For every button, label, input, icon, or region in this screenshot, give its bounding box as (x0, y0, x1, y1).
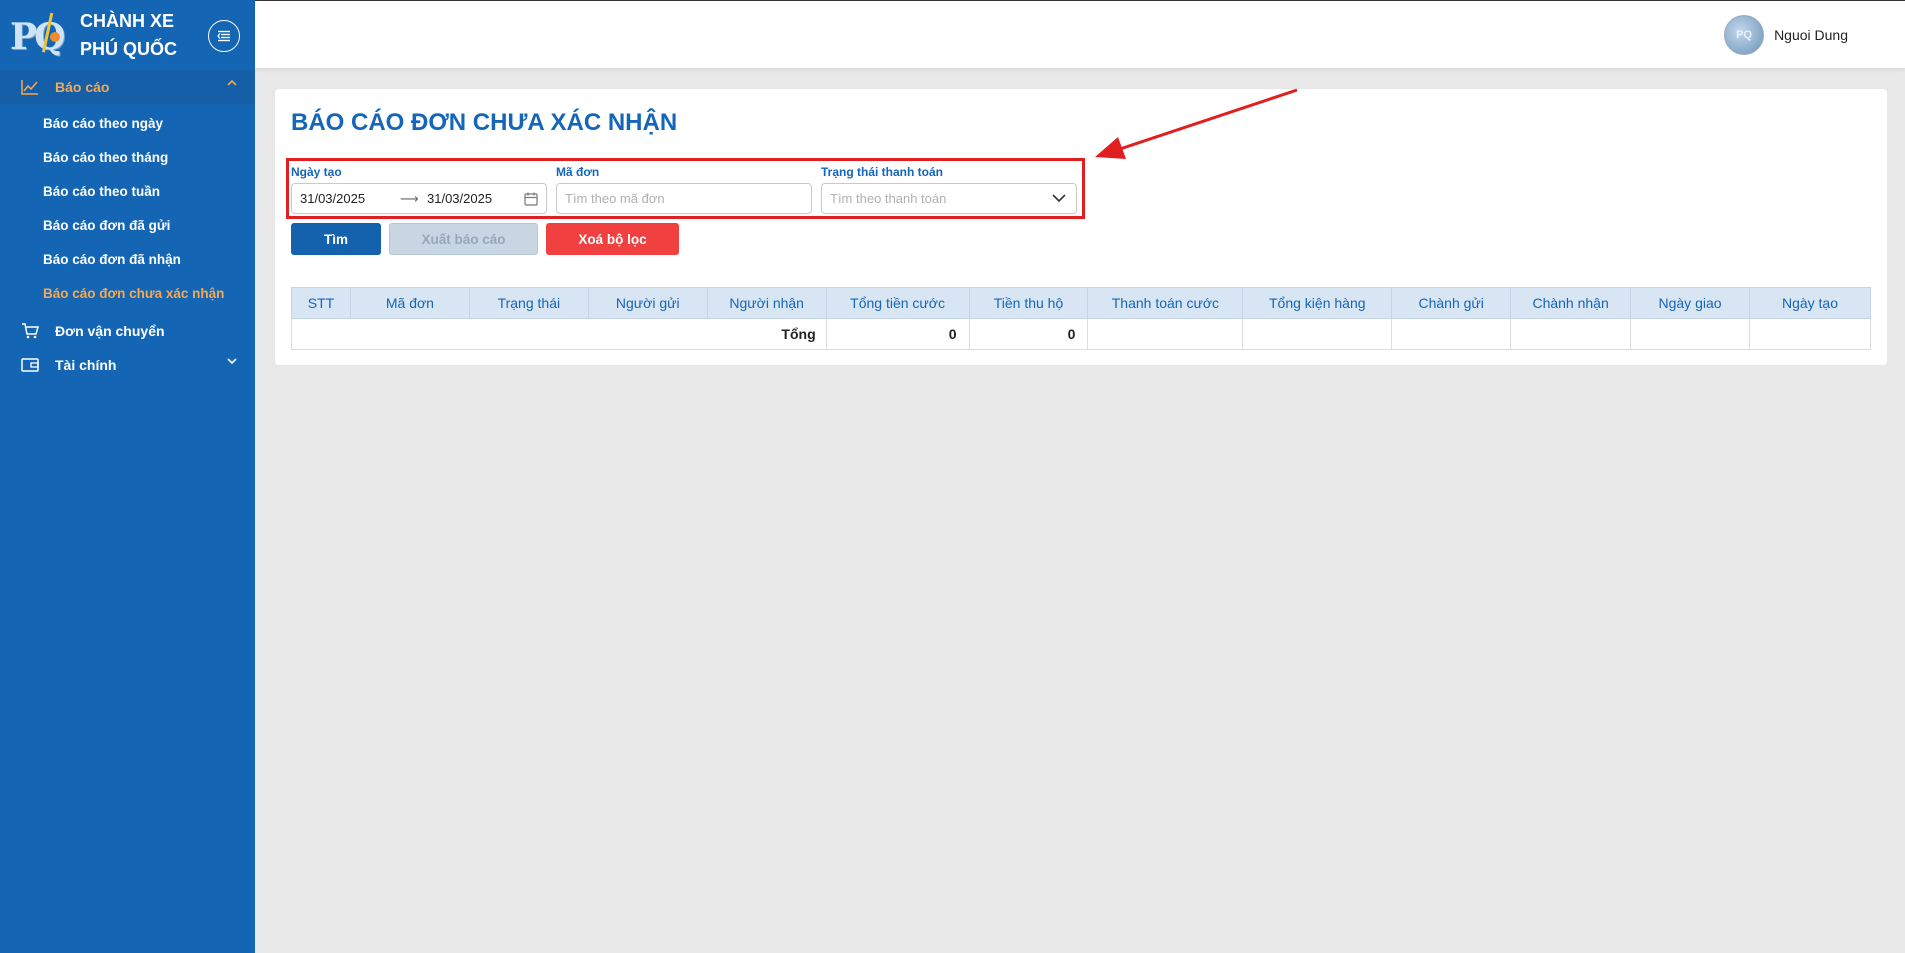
find-button[interactable]: Tìm (291, 223, 381, 255)
table-cell (1630, 318, 1750, 350)
column-header[interactable]: STT (291, 287, 351, 319)
order-code-placeholder: Tìm theo mã đơn (565, 191, 665, 206)
export-report-button[interactable]: Xuất báo cáo (389, 223, 538, 255)
table-cell (1391, 318, 1512, 350)
created-date-filter: Ngày tạo 31/03/2025 ⟶ 31/03/2025 (291, 165, 547, 214)
order-code-label: Mã đơn (556, 165, 600, 179)
sidebar-item-daily-report[interactable]: Báo cáo theo ngày (0, 106, 255, 140)
sidebar: PQ CHÀNH XE PHÚ QUỐC Báo cáo Báo cáo the… (0, 0, 255, 953)
sun-icon (50, 32, 60, 42)
column-header[interactable]: Ngày giao (1630, 287, 1750, 319)
chart-line-icon (20, 77, 40, 97)
payment-status-filter: Trạng thái thanh toán Tìm theo thanh toá… (821, 165, 1077, 214)
column-header[interactable]: Trạng thái (468, 287, 589, 319)
chevron-up-icon (227, 79, 237, 86)
column-header[interactable]: Người nhận (706, 287, 827, 319)
payment-status-select[interactable]: Tìm theo thanh toán (821, 183, 1077, 214)
sidebar-item-sent-orders-report[interactable]: Báo cáo đơn đã gửi (0, 208, 255, 242)
sidebar-menu-finance[interactable]: Tài chính (0, 348, 255, 382)
table-cell (1087, 318, 1244, 350)
sidebar-toggle-button[interactable] (208, 20, 240, 52)
column-header[interactable]: Chành gửi (1391, 287, 1512, 319)
page-title: BÁO CÁO ĐƠN CHƯA XÁC NHẬN (291, 109, 678, 136)
table-cell (1510, 318, 1632, 350)
column-header[interactable]: Thanh toán cước (1087, 287, 1244, 319)
table-header-row: STT Mã đơn Trạng thái Người gửi Người nh… (291, 287, 1872, 319)
table-total-row: Tổng 0 0 (291, 318, 1872, 350)
report-card: BÁO CÁO ĐƠN CHƯA XÁC NHẬN Ngày tạo 31/03… (275, 89, 1887, 365)
sidebar-item-received-orders-report[interactable]: Báo cáo đơn đã nhận (0, 242, 255, 276)
sidebar-menu-report-label: Báo cáo (55, 79, 110, 95)
total-fee-value: 0 (825, 318, 970, 350)
report-table: STT Mã đơn Trạng thái Người gửi Người nh… (291, 287, 1872, 350)
column-header[interactable]: Tổng kiện hàng (1242, 287, 1393, 319)
sidebar-menu-shipping[interactable]: Đơn vận chuyển (0, 314, 255, 348)
chevron-down-icon (1052, 194, 1066, 203)
filter-panel-highlight: Ngày tạo 31/03/2025 ⟶ 31/03/2025 Mã đơn … (286, 158, 1085, 219)
payment-status-placeholder: Tìm theo thanh toán (830, 191, 947, 206)
payment-status-label: Trạng thái thanh toán (821, 165, 943, 179)
order-code-filter: Mã đơn Tìm theo mã đơn (556, 165, 812, 214)
chevron-down-icon (227, 358, 237, 365)
arrow-right-icon: ⟶ (400, 190, 419, 206)
created-date-label: Ngày tạo (291, 165, 342, 179)
table-cell (1748, 318, 1872, 350)
total-cod-value: 0 (968, 318, 1089, 350)
column-header[interactable]: Chành nhận (1510, 287, 1632, 319)
brand-name: CHÀNH XE PHÚ QUỐC (80, 11, 178, 59)
table-cell (1242, 318, 1393, 350)
sidebar-menu-shipping-label: Đơn vận chuyển (55, 323, 165, 339)
date-range-picker[interactable]: 31/03/2025 ⟶ 31/03/2025 (291, 183, 547, 214)
sidebar-menu-report[interactable]: Báo cáo (0, 70, 255, 104)
total-label: Tổng (291, 318, 827, 350)
avatar: PQ (1724, 15, 1765, 55)
column-header[interactable]: Tiền thu hộ (968, 287, 1089, 319)
date-to-input[interactable]: 31/03/2025 (427, 191, 527, 206)
user-name: Nguoi Dung (1774, 27, 1848, 43)
column-header[interactable]: Người gửi (587, 287, 708, 319)
column-header[interactable]: Tổng tiền cước (825, 287, 970, 319)
sidebar-item-monthly-report[interactable]: Báo cáo theo tháng (0, 140, 255, 174)
sidebar-menu-finance-label: Tài chính (55, 357, 117, 373)
user-menu[interactable]: PQ Nguoi Dung (1724, 15, 1848, 55)
clear-filters-button[interactable]: Xoá bộ lọc (546, 223, 679, 255)
column-header[interactable]: Mã đơn (349, 287, 470, 319)
report-submenu: Báo cáo theo ngày Báo cáo theo tháng Báo… (0, 104, 255, 314)
date-from-input[interactable]: 31/03/2025 (300, 191, 400, 206)
calendar-icon (524, 192, 538, 206)
annotation-arrow-icon (1095, 88, 1298, 159)
brand: PQ CHÀNH XE PHÚ QUỐC (0, 0, 255, 70)
menu-collapse-icon (217, 30, 230, 42)
sidebar-item-weekly-report[interactable]: Báo cáo theo tuần (0, 174, 255, 208)
column-header[interactable]: Ngày tạo (1748, 287, 1872, 319)
wallet-icon (20, 355, 40, 375)
cart-icon (20, 321, 40, 341)
sidebar-item-unconfirmed-orders-report[interactable]: Báo cáo đơn chưa xác nhận (0, 276, 255, 310)
top-bar: PQ Nguoi Dung (255, 0, 1905, 68)
order-code-input[interactable]: Tìm theo mã đơn (556, 183, 812, 214)
brand-logo: PQ (10, 10, 66, 60)
